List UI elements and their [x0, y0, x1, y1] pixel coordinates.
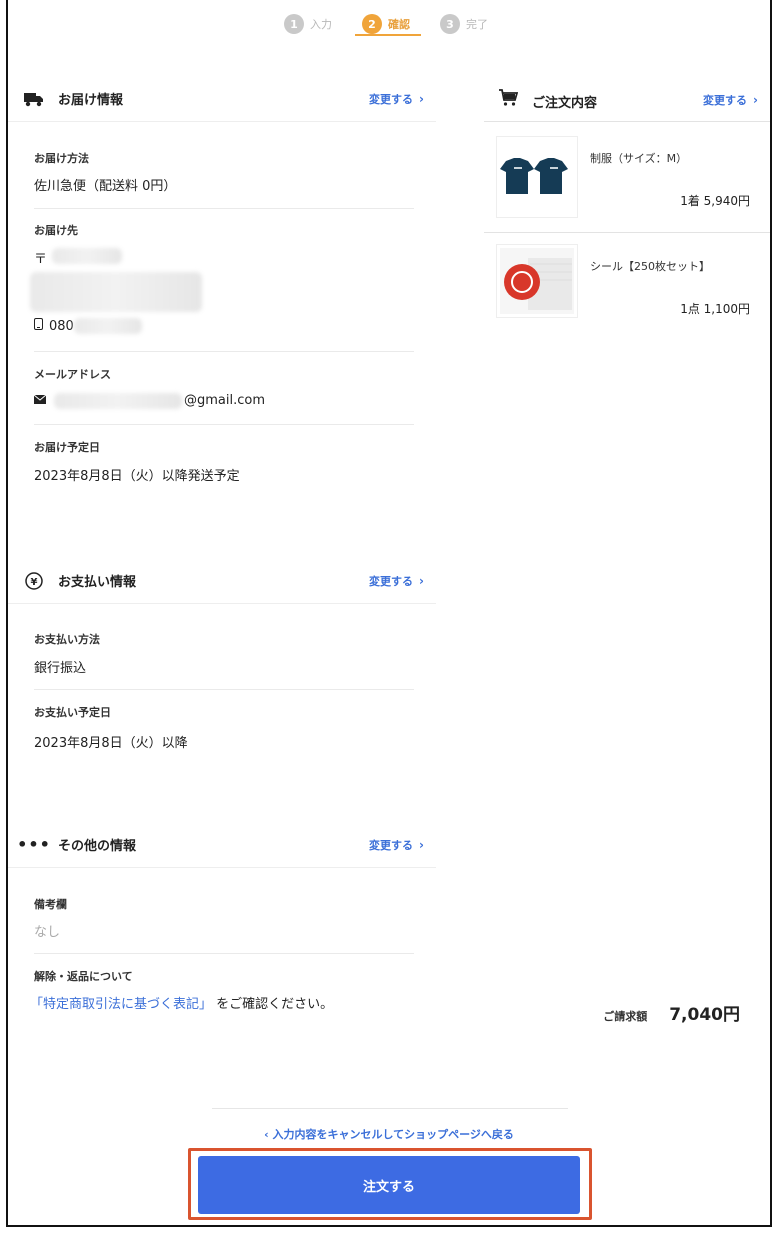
delivery-change-link[interactable]: 変更する ›: [369, 91, 424, 107]
yen-icon: ¥: [24, 571, 44, 591]
cart-item: 制服（サイズ：M） 1着 5,940円: [484, 136, 770, 232]
svg-text:¥: ¥: [31, 577, 38, 588]
step-number: 1: [284, 14, 304, 34]
phone-icon: [34, 318, 43, 334]
delivery-address-label: お届け先: [34, 224, 78, 237]
chevron-right-icon: ›: [753, 93, 758, 107]
chevron-right-icon: ›: [419, 91, 424, 106]
cart-item-qty-price: 1着 5,940円: [680, 194, 750, 208]
divider: [34, 689, 414, 690]
step-input: 1 入力: [284, 12, 332, 36]
delivery-date-label: お届け予定日: [34, 441, 100, 454]
step-number: 3: [440, 14, 460, 34]
other-title: その他の情報: [58, 839, 137, 854]
payment-method-value: 銀行振込: [34, 661, 87, 676]
total-label: ご請求額: [603, 1010, 648, 1023]
cart-item-name: シール【250枚セット】: [590, 260, 710, 273]
delivery-title: お届け情報: [58, 93, 124, 108]
cart-icon: [498, 89, 519, 109]
change-label: 変更する: [369, 574, 414, 588]
divider: [34, 351, 414, 352]
uniform-tshirt-image: [496, 136, 578, 218]
postal-mark: 〒: [34, 252, 48, 267]
change-label: 変更する: [369, 838, 414, 852]
other-section-header: ••• その他の情報 変更する ›: [8, 822, 436, 868]
mail-icon: [33, 393, 47, 408]
chevron-right-icon: ›: [419, 837, 424, 852]
cancel-policy-text: 「特定商取引法に基づく表記」 をご確認ください。: [30, 993, 333, 1012]
step-number: 2: [362, 14, 382, 34]
other-change-link[interactable]: 変更する ›: [369, 837, 424, 853]
step-complete: 3 完了: [440, 12, 488, 36]
remarks-value: なし: [34, 925, 61, 940]
change-label: 変更する: [369, 92, 414, 106]
payment-title: お支払い情報: [58, 575, 137, 590]
commercial-law-link[interactable]: 「特定商取引法に基づく表記」: [30, 997, 212, 1012]
phone-prefix: 080: [49, 318, 74, 334]
divider: [34, 208, 414, 209]
divider: [34, 424, 414, 425]
active-step-underline: [355, 34, 421, 36]
redacted-phone: [74, 318, 142, 334]
payment-change-link[interactable]: 変更する ›: [369, 573, 424, 589]
divider: [484, 232, 770, 233]
payment-date-value: 2023年8月8日（火）以降: [34, 736, 188, 751]
divider: [212, 1108, 568, 1109]
redacted-address: [30, 272, 202, 312]
cart-item-name: 制服（サイズ：M）: [590, 152, 688, 165]
phone-row: 080: [34, 318, 74, 334]
cart-title: ご注文内容: [532, 96, 598, 111]
cancel-policy-label: 解除・返品について: [34, 970, 133, 983]
checkout-page: 1 入力 2 確認 3 完了 お届け情報 変更する › お届け方法 佐川急便（配…: [6, 0, 772, 1227]
email-domain: @gmail.com: [184, 393, 266, 408]
redacted-postal-code: [52, 248, 122, 264]
back-to-shop-link[interactable]: ‹ 入力内容をキャンセルしてショップページへ戻る: [8, 1126, 770, 1142]
chevron-right-icon: ›: [419, 573, 424, 588]
delivery-method-value: 佐川急便（配送料 0円）: [34, 179, 177, 194]
redacted-email-user: [54, 393, 182, 409]
step-label: 確認: [388, 18, 410, 31]
delivery-section-header: お届け情報 変更する ›: [8, 76, 436, 122]
delivery-date-value: 2023年8月8日（火）以降発送予定: [34, 469, 240, 484]
cart-change-link[interactable]: 変更する ›: [703, 92, 758, 108]
order-total: ご請求額 7,040円: [603, 1000, 740, 1025]
payment-date-label: お支払い予定日: [34, 706, 111, 719]
step-label: 完了: [466, 18, 488, 31]
more-dots-icon: •••: [17, 835, 51, 854]
divider: [34, 953, 414, 954]
delivery-method-label: お届け方法: [34, 152, 89, 165]
progress-stepper: 1 入力 2 確認 3 完了: [8, 8, 770, 42]
back-link-label: 入力内容をキャンセルしてショップページへ戻る: [272, 1128, 514, 1141]
remarks-label: 備考欄: [34, 898, 67, 911]
cart-section-header: ご注文内容 変更する ›: [484, 76, 770, 122]
payment-section-header: ¥ お支払い情報 変更する ›: [8, 558, 436, 604]
cart-item: シール【250枚セット】 1点 1,100円: [484, 244, 770, 320]
cart-item-qty-price: 1点 1,100円: [680, 302, 750, 316]
email-label: メールアドレス: [34, 368, 111, 381]
step-confirm: 2 確認: [362, 12, 410, 36]
place-order-button[interactable]: 注文する: [198, 1156, 580, 1214]
total-amount: 7,040円: [669, 1005, 740, 1025]
sticker-pack-image: [496, 244, 578, 318]
change-label: 変更する: [703, 94, 748, 107]
payment-method-label: お支払い方法: [34, 633, 100, 646]
truck-icon: [24, 89, 44, 109]
step-label: 入力: [310, 18, 332, 31]
cancel-policy-note: をご確認ください。: [216, 997, 334, 1012]
